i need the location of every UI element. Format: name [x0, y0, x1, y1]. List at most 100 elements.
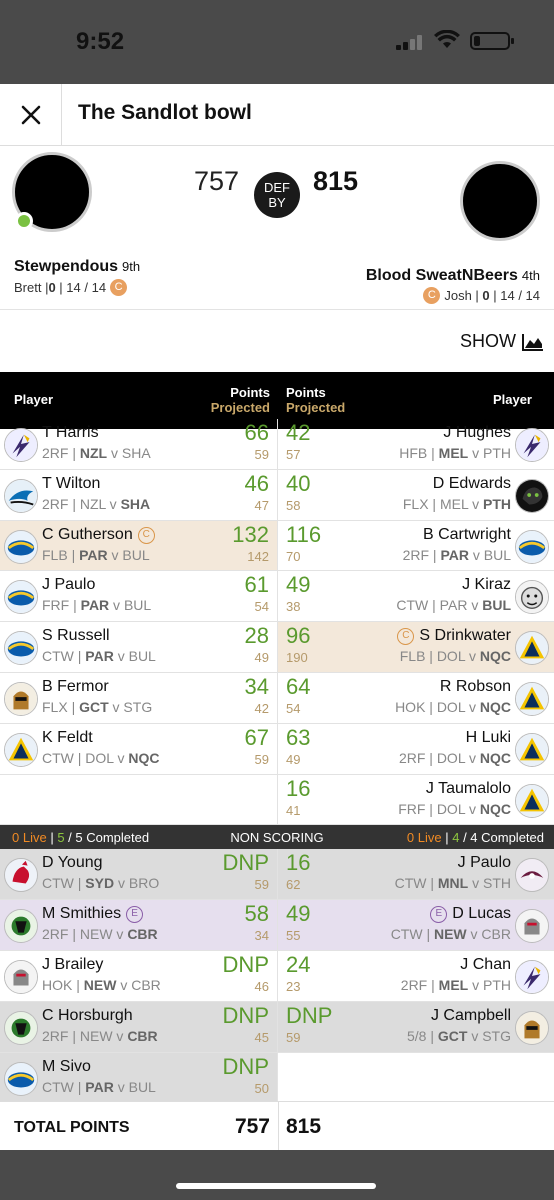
- right-completed-total: / 4 Completed: [459, 830, 544, 846]
- titans-logo-icon: [515, 1010, 549, 1045]
- left-player-cell[interactable]: T Harris 2RF | NZL v SHA 66 59: [0, 419, 278, 470]
- left-team-rank: 9th: [122, 259, 141, 274]
- left-owner-name: Brett |: [14, 280, 49, 295]
- player-points: 49: [286, 901, 311, 927]
- right-player-cell[interactable]: H Luki 2RF | DOL v NQC 63 49: [278, 724, 554, 775]
- close-button[interactable]: [0, 84, 62, 146]
- left-team-label: Stewpendous: [14, 258, 119, 275]
- right-player-cell[interactable]: J Campbell 5/8 | GCT v STG DNP 59: [278, 1001, 554, 1053]
- player-name-text: K Feldt: [42, 728, 93, 746]
- player-name-text: J Brailey: [42, 955, 104, 973]
- player-projected: 58: [286, 497, 301, 513]
- player-name-text: M Sivo: [42, 1057, 91, 1075]
- storm-logo-icon: [515, 428, 549, 462]
- player-name-text: D Edwards: [432, 474, 511, 492]
- left-player-cell[interactable]: J Paulo FRF | PAR v BUL 61 54: [0, 571, 278, 623]
- right-team-label: Blood SweatNBeers: [365, 267, 518, 284]
- player-name-text: J Paulo: [42, 576, 96, 594]
- player-name-text: T Harris: [42, 424, 99, 441]
- table-row: C Gutherson C FLB | PAR v BUL 132 142 B Cartw…: [0, 520, 554, 572]
- right-player-cell[interactable]: J Chan 2RF | MEL v PTH 24 23: [278, 951, 554, 1002]
- player-name-text: M Smithies: [42, 905, 122, 923]
- right-player-cell[interactable]: D Edwards FLX | MEL v PTH 40 58: [278, 470, 554, 521]
- player-fixture: HOK | DOL v NQC: [395, 698, 511, 715]
- right-player-cell[interactable]: J Kiraz CTW | PAR v BUL 49 38: [278, 571, 554, 623]
- right-owner-count: | 14 / 14: [489, 288, 540, 303]
- player-points: 58: [244, 901, 269, 927]
- player-name: J Paulo: [42, 576, 95, 594]
- player-name-text: J Taumalolo: [425, 779, 511, 797]
- right-player-cell[interactable]: R Robson HOK | DOL v NQC 64 54: [278, 673, 554, 724]
- left-team-owner: Brett | 0 | 14 / 14 C: [14, 279, 131, 296]
- player-name: H Luki: [466, 729, 511, 747]
- player-fixture: 5/8 | GCT v STG: [406, 1027, 511, 1044]
- player-projected: 62: [286, 877, 301, 893]
- player-projected: 70: [286, 548, 301, 564]
- left-player-cell[interactable]: M Sivo CTW | PAR v BUL DNP 50: [0, 1052, 278, 1104]
- non-scoring-bar: 0 Live | 5 / 5 Completed NON SCORING 0 Liv…: [0, 825, 554, 850]
- right-player-cell[interactable]: B Cartwright 2RF | PAR v BUL 116 70: [278, 521, 554, 572]
- left-player-cell[interactable]: B Fermor FLX | GCT v STG 34 42: [0, 672, 278, 724]
- player-projected: 45: [254, 1029, 269, 1045]
- eels-logo-icon: [515, 529, 549, 564]
- right-owner-live: 0: [482, 288, 490, 303]
- result-label-2: BY: [268, 195, 286, 210]
- player-projected: 190: [286, 650, 308, 666]
- left-player-cell[interactable]: D Young CTW | SYD v BRO DNP 59: [0, 849, 278, 901]
- knights-logo-icon: [515, 909, 549, 944]
- player-fixture: FRF | PAR v BUL: [42, 597, 152, 614]
- right-team-name[interactable]: Blood SweatNBeers 4th: [366, 267, 540, 285]
- right-player-cell[interactable]: J Hughes HFB | MEL v PTH 42 57: [278, 419, 554, 470]
- player-fixture: FLX | GCT v STG: [42, 698, 153, 715]
- player-points: 40: [286, 470, 311, 496]
- player-projected: 47: [254, 497, 269, 513]
- left-player-cell[interactable]: T Wilton 2RF | NZL v SHA 46 47: [0, 469, 278, 521]
- player-name-text: J Paulo: [457, 854, 511, 872]
- player-projected: 49: [254, 650, 269, 666]
- cowboys-logo-icon: [4, 732, 38, 767]
- table-row: J Taumalolo FRF | DOL v NQC 16 41: [0, 774, 554, 826]
- bench-row: M Smithies E 2RF | NEW v CBR 58 34 E D Lucas CT…: [0, 900, 554, 951]
- area-chart-icon: [522, 333, 543, 351]
- emergency-badge-icon: E: [126, 906, 144, 924]
- player-fixture: CTW | NEW v CBR: [390, 926, 511, 943]
- home-indicator[interactable]: [176, 1183, 376, 1189]
- bench-row: M Sivo CTW | PAR v BUL DNP 50: [0, 1052, 554, 1104]
- player-name: C Gutherson C: [42, 526, 160, 544]
- page-title: The Sandlot bowl: [78, 101, 252, 124]
- player-name: J Chan: [460, 956, 511, 974]
- result-badge: DEF BY: [254, 172, 300, 218]
- right-player-cell[interactable]: J Taumalolo FRF | DOL v NQC 16 41: [278, 775, 554, 826]
- match-summary: 757 DEF BY 815 Stewpendous 9th Brett | 0 …: [0, 146, 554, 310]
- player-points: 49: [286, 572, 311, 598]
- player-projected: 42: [254, 700, 269, 716]
- left-player-cell[interactable]: C Gutherson C FLB | PAR v BUL 132 142: [0, 520, 278, 572]
- player-name-text: D Young: [42, 854, 103, 872]
- left-points-column-header: Points Projected: [211, 385, 270, 415]
- right-team-avatar[interactable]: [460, 161, 540, 241]
- left-player-cell[interactable]: M Smithies E 2RF | NEW v CBR 58 34: [0, 900, 278, 951]
- right-live-status: 0 Live | 4 / 4 Completed: [407, 830, 544, 845]
- player-name: R Robson: [440, 678, 511, 696]
- cowboys-logo-icon: [515, 681, 549, 716]
- right-team-rank: 4th: [521, 268, 540, 283]
- table-row: S Russell CTW | PAR v BUL 28 49 C S Drinkwate…: [0, 622, 554, 673]
- player-fixture: CTW | SYD v BRO: [42, 875, 160, 892]
- cellular-signal-icon: [396, 34, 426, 50]
- cowboys-logo-icon: [515, 783, 549, 818]
- left-player-cell[interactable]: C Horsburgh 2RF | NEW v CBR DNP 45: [0, 1001, 278, 1053]
- right-player-cell[interactable]: CS Drinkwater FLB | DOL v NQC 96 190: [278, 622, 554, 673]
- player-name-text: T Wilton: [42, 474, 101, 492]
- right-total-points: 815: [286, 1115, 322, 1138]
- player-name: T Harris: [42, 424, 99, 442]
- left-player-cell[interactable]: J Brailey HOK | NEW v CBR DNP 46: [0, 950, 278, 1002]
- wifi-icon: [434, 29, 460, 50]
- left-team-name[interactable]: Stewpendous 9th: [14, 258, 140, 276]
- right-player-cell[interactable]: ED Lucas CTW | NEW v CBR 49 55: [278, 900, 554, 951]
- player-name: T Wilton: [42, 475, 100, 493]
- left-player-cell[interactable]: K Feldt CTW | DOL v NQC 67 59: [0, 723, 278, 775]
- left-player-cell[interactable]: S Russell CTW | PAR v BUL 28 49: [0, 622, 278, 673]
- right-player-cell[interactable]: J Paulo CTW | MNL v STH 16 62: [278, 849, 554, 901]
- show-chart-button[interactable]: SHOW: [460, 331, 544, 352]
- roosters-logo-icon: [4, 858, 38, 893]
